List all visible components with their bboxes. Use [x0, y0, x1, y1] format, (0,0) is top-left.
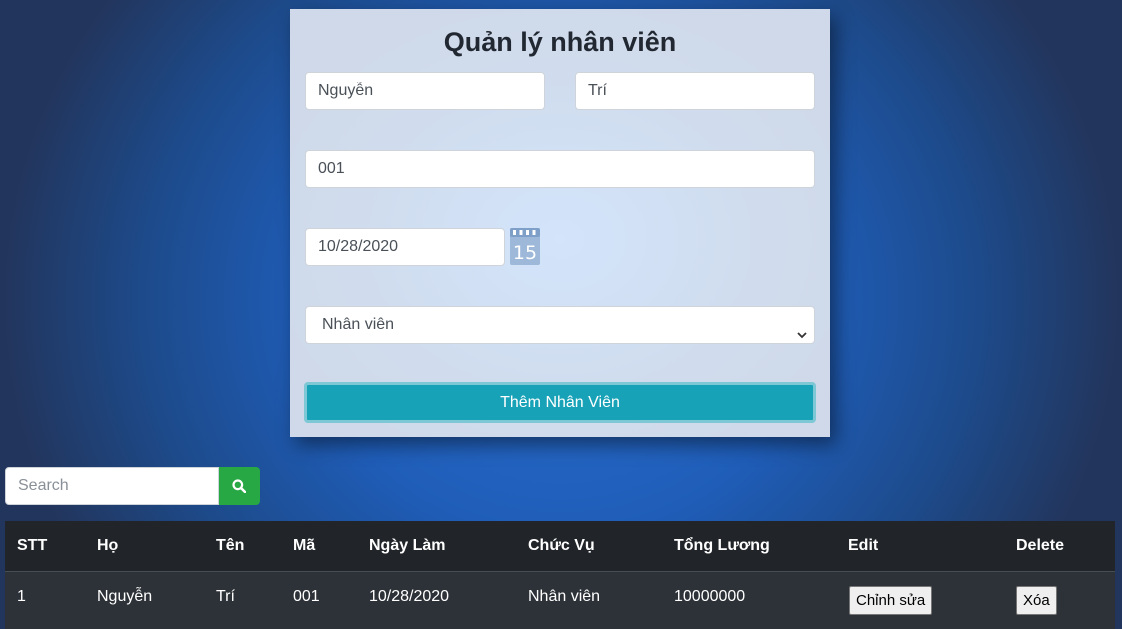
employee-code-input[interactable]	[305, 150, 815, 188]
position-select-value: Nhân viên	[322, 316, 395, 333]
delete-button[interactable]: Xóa	[1016, 586, 1057, 615]
table-header: STT Họ Tên Mã Ngày Làm Chức Vụ Tổng Lươn…	[5, 521, 1115, 571]
header-chuc-vu: Chức Vụ	[528, 537, 595, 554]
cell-ho: Nguyễn	[97, 588, 153, 605]
cell-ngay-lam: 10/28/2020	[369, 588, 450, 605]
calendar-day: 15	[513, 242, 537, 264]
header-stt: STT	[17, 537, 48, 554]
header-ten: Tên	[216, 537, 245, 554]
search-button[interactable]	[219, 467, 260, 505]
position-select[interactable]: Nhân viên	[305, 306, 815, 344]
search-icon	[232, 479, 246, 493]
add-employee-button[interactable]: Thêm Nhân Viên	[304, 382, 816, 423]
cell-ma: 001	[293, 588, 320, 605]
header-ho: Họ	[97, 537, 119, 554]
search-bar	[5, 467, 260, 505]
employee-form-card: Quản lý nhân viên 15 Nhân viên Thêm Nhân…	[290, 9, 830, 437]
employee-table: STT Họ Tên Mã Ngày Làm Chức Vụ Tổng Lươn…	[5, 521, 1115, 629]
header-ngay-lam: Ngày Làm	[369, 537, 446, 554]
cell-ten: Trí	[216, 588, 235, 605]
table-row: 1 Nguyễn Trí 001 10/28/2020 Nhân viên 10…	[5, 571, 1115, 629]
search-input[interactable]	[5, 467, 219, 505]
form-title: Quản lý nhân viên	[443, 27, 677, 57]
calendar-icon[interactable]: 15	[510, 228, 540, 265]
first-name-input[interactable]	[575, 72, 815, 110]
cell-chuc-vu: Nhân viên	[528, 588, 601, 605]
cell-stt: 1	[17, 588, 26, 605]
header-tong-luong: Tổng Lương	[674, 537, 770, 554]
header-delete: Delete	[1016, 537, 1065, 554]
chevron-down-icon	[796, 319, 808, 339]
last-name-input[interactable]	[305, 72, 545, 110]
edit-button[interactable]: Chỉnh sửa	[849, 586, 933, 615]
start-date-input[interactable]	[305, 228, 505, 266]
cell-tong-luong: 10000000	[674, 588, 746, 605]
header-edit: Edit	[848, 537, 879, 554]
header-ma: Mã	[293, 537, 316, 554]
